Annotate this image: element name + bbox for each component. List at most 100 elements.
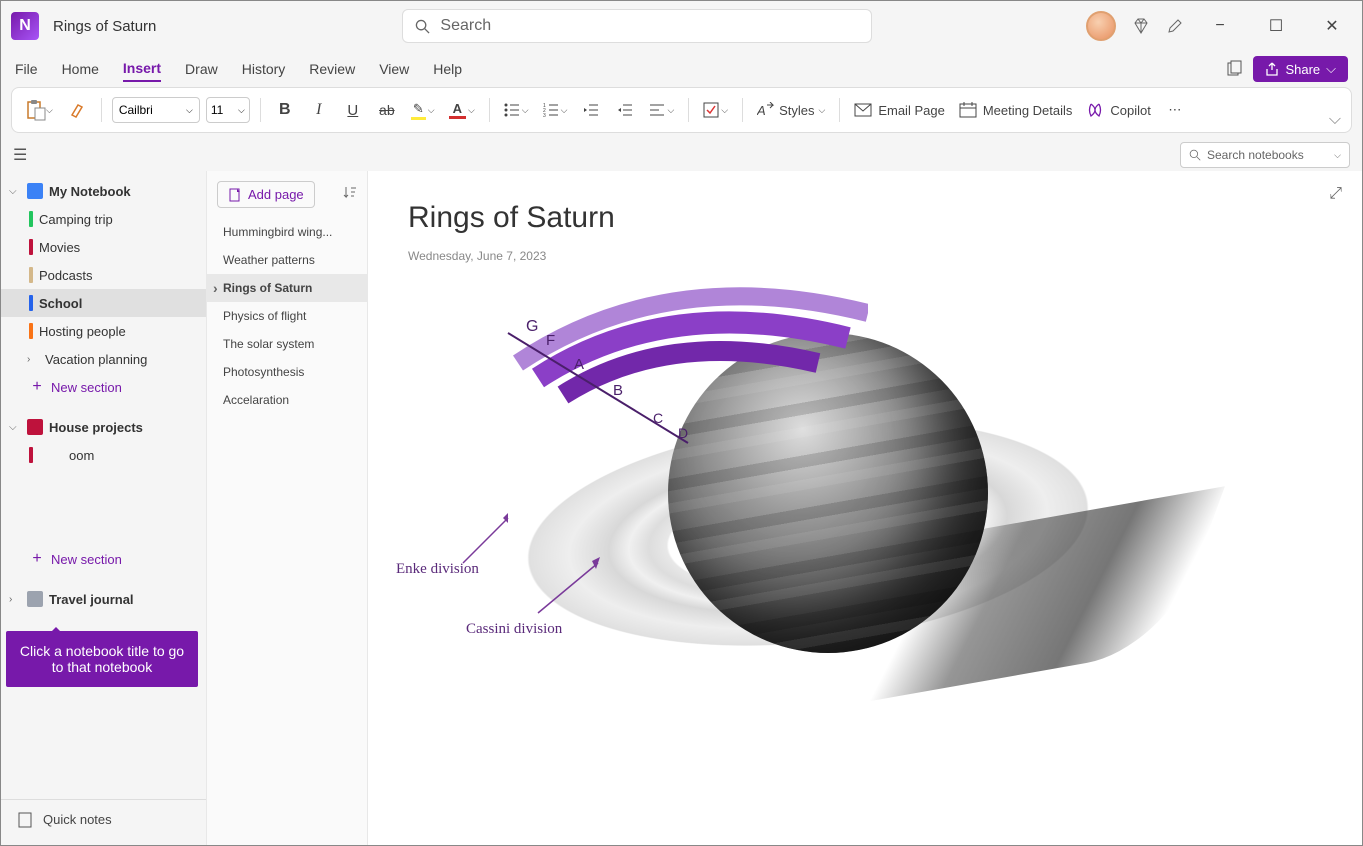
plus-icon: + — [29, 550, 45, 568]
page-content[interactable]: ⤢ Rings of Saturn Wednesday, June 7, 202… — [368, 171, 1362, 845]
section-camping-trip[interactable]: Camping trip — [1, 205, 206, 233]
sort-pages-button[interactable] — [343, 185, 357, 204]
plus-icon: + — [29, 378, 45, 396]
section-vacation-planning[interactable]: ›Vacation planning — [1, 345, 206, 373]
expand-icon[interactable]: ⤢ — [1329, 185, 1342, 203]
coach-tooltip: Click a notebook title to go to that not… — [6, 631, 198, 687]
font-name-select[interactable]: Cailbri⌵ — [112, 97, 200, 123]
label-enke: Enke division — [396, 561, 479, 578]
page-physics[interactable]: Physics of flight — [207, 302, 367, 330]
paste-button[interactable]: ⌵ — [22, 94, 57, 126]
copilot-button[interactable]: Copilot — [1082, 94, 1154, 126]
secondary-bar: ☰ Search notebooks ⌵ — [1, 139, 1362, 171]
saturn-illustration: G F A B C D Enke division Cassini divisi… — [408, 283, 1188, 723]
svg-text:C: C — [653, 410, 663, 426]
indent-button[interactable] — [611, 94, 639, 126]
section-color-bar — [29, 447, 33, 463]
page-photosynthesis[interactable]: Photosynthesis — [207, 358, 367, 386]
search-box[interactable]: Search — [402, 9, 872, 43]
pages-sidebar: Add page Hummingbird wing... Weather pat… — [206, 171, 368, 845]
share-button[interactable]: Share ⌵ — [1253, 56, 1348, 82]
close-button[interactable]: ✕ — [1312, 11, 1352, 41]
page-acceleration[interactable]: Accelaration — [207, 386, 367, 414]
section-school[interactable]: School — [1, 289, 206, 317]
search-icon — [1189, 149, 1201, 161]
pen-icon[interactable] — [1166, 17, 1184, 35]
section-podcasts[interactable]: Podcasts — [1, 261, 206, 289]
notebook-icon — [27, 419, 43, 435]
title-bar: N Rings of Saturn Search − ☐ ✕ — [1, 1, 1362, 51]
user-avatar[interactable] — [1086, 11, 1116, 41]
chevron-down-icon: ⌵ — [1334, 150, 1341, 161]
page-solar-system[interactable]: The solar system — [207, 330, 367, 358]
email-page-button[interactable]: Email Page — [850, 94, 948, 126]
meeting-details-button[interactable]: Meeting Details — [955, 94, 1077, 126]
svg-text:B: B — [613, 382, 623, 399]
menu-insert[interactable]: Insert — [123, 56, 161, 82]
notebook-my-notebook[interactable]: ⌵ My Notebook — [1, 177, 206, 205]
new-section-button-2[interactable]: +New section — [1, 545, 206, 573]
ribbon-toolbar: ⌵ Cailbri⌵ 11⌵ B I U ab ✎⌵ A⌵ ⌵ 123⌵ ⌵ ⌵… — [11, 87, 1352, 133]
ring-arc-annotation: G F A B C D — [468, 283, 868, 483]
share-icon — [1265, 62, 1279, 76]
chevron-right-icon: › — [9, 594, 21, 605]
menu-file[interactable]: File — [15, 57, 38, 81]
search-icon — [415, 19, 430, 34]
section-movies[interactable]: Movies — [1, 233, 206, 261]
document-title: Rings of Saturn — [53, 18, 156, 35]
page-weather[interactable]: Weather patterns — [207, 246, 367, 274]
maximize-button[interactable]: ☐ — [1256, 11, 1296, 41]
minimize-button[interactable]: − — [1200, 11, 1240, 41]
open-in-new-icon[interactable] — [1225, 60, 1243, 78]
label-cassini: Cassini division — [466, 621, 562, 638]
menu-view[interactable]: View — [379, 57, 409, 81]
page-rings-of-saturn[interactable]: Rings of Saturn — [207, 274, 367, 302]
menu-help[interactable]: Help — [433, 57, 462, 81]
page-title[interactable]: Rings of Saturn — [408, 201, 1322, 235]
numbering-button[interactable]: 123⌵ — [539, 94, 572, 126]
section-hosting-people[interactable]: Hosting people — [1, 317, 206, 345]
section-color-bar — [29, 323, 33, 339]
section-truncated[interactable]: oom — [1, 441, 206, 469]
add-page-button[interactable]: Add page — [217, 181, 315, 208]
underline-button[interactable]: U — [339, 94, 367, 126]
bullets-button[interactable]: ⌵ — [500, 94, 533, 126]
chevron-right-icon: › — [27, 354, 39, 365]
chevron-down-icon: ⌵ — [1326, 61, 1336, 77]
font-size-select[interactable]: 11⌵ — [206, 97, 250, 123]
main-area: ⌵ My Notebook Camping trip Movies Podcas… — [1, 171, 1362, 845]
format-painter-button[interactable] — [63, 94, 91, 126]
svg-text:G: G — [526, 318, 538, 335]
section-color-bar — [29, 211, 33, 227]
search-notebooks-input[interactable]: Search notebooks ⌵ — [1180, 142, 1350, 168]
new-section-button[interactable]: +New section — [1, 373, 206, 401]
notebook-travel-journal[interactable]: › Travel journal — [1, 585, 206, 613]
page-hummingbird[interactable]: Hummingbird wing... — [207, 218, 367, 246]
menu-home[interactable]: Home — [62, 57, 99, 81]
add-page-icon — [228, 188, 242, 202]
page-icon — [17, 812, 33, 828]
align-button[interactable]: ⌵ — [645, 94, 678, 126]
svg-text:A: A — [757, 103, 766, 118]
outdent-button[interactable] — [577, 94, 605, 126]
bold-button[interactable]: B — [271, 94, 299, 126]
todo-tag-button[interactable]: ⌵ — [699, 94, 732, 126]
more-button[interactable]: ⋯ — [1161, 94, 1189, 126]
notebook-house-projects[interactable]: ⌵ House projects — [1, 413, 206, 441]
menu-history[interactable]: History — [242, 57, 286, 81]
ribbon-expand-icon[interactable]: ⌵ — [1329, 111, 1341, 132]
notebook-icon — [27, 183, 43, 199]
menu-draw[interactable]: Draw — [185, 57, 218, 81]
font-color-button[interactable]: A⌵ — [445, 94, 479, 126]
chevron-down-icon: ⌵ — [9, 422, 21, 433]
svg-text:3: 3 — [543, 113, 546, 117]
menu-bar: File Home Insert Draw History Review Vie… — [1, 51, 1362, 87]
menu-review[interactable]: Review — [309, 57, 355, 81]
highlight-button[interactable]: ✎⌵ — [407, 94, 439, 126]
strikethrough-button[interactable]: ab — [373, 94, 401, 126]
italic-button[interactable]: I — [305, 94, 333, 126]
styles-button[interactable]: AStyles⌵ — [753, 94, 829, 126]
hamburger-icon[interactable]: ☰ — [13, 145, 27, 165]
diamond-icon[interactable] — [1132, 17, 1150, 35]
quick-notes-button[interactable]: Quick notes — [1, 799, 206, 839]
